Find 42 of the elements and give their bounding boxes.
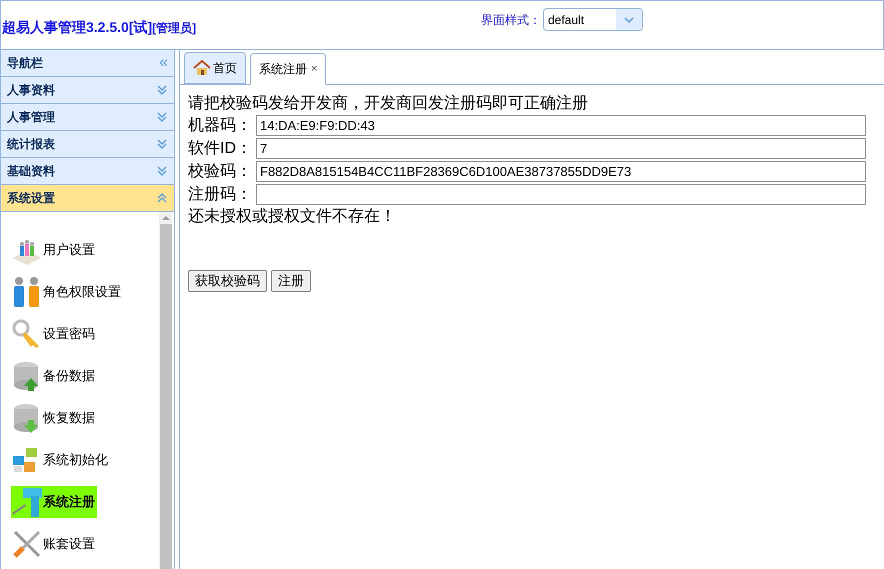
style-label: 界面样式： xyxy=(481,12,541,28)
nav-item[interactable]: 系统初始化 xyxy=(11,444,110,476)
collapse-icon[interactable] xyxy=(156,192,168,204)
tab[interactable]: 系统注册 × xyxy=(250,53,326,85)
input-field[interactable]: F882D8A815154B4CC11BF28369C6D100AE38737855DD9E73 xyxy=(256,161,866,182)
status-message: 还未授权或授权文件不存在！ xyxy=(188,206,397,227)
nav-item[interactable]: 设置密码 xyxy=(11,318,97,350)
action-button[interactable]: 获取校验码 xyxy=(188,270,267,292)
field-label: 校验码： xyxy=(188,162,253,182)
app-title: 超易人事管理3.2.5.0[试] xyxy=(2,18,152,37)
nav-item[interactable]: 恢复数据 xyxy=(11,402,97,434)
sidebar-title: 导航栏 xyxy=(7,55,43,72)
input-field[interactable]: 7 xyxy=(256,138,866,159)
user-role: [管理员] xyxy=(152,20,196,37)
nav-item[interactable]: 备份数据 xyxy=(11,360,97,392)
tab[interactable]: 首页 xyxy=(184,52,246,84)
expand-icon[interactable] xyxy=(156,138,168,150)
drill-icon xyxy=(11,486,43,518)
nav-item[interactable]: 角色权限设置 xyxy=(11,276,123,308)
field-label: 机器码： xyxy=(188,116,253,136)
input-field[interactable]: 14:DA:E9:F9:DD:43 xyxy=(256,115,866,136)
nav-item[interactable]: 用户设置 xyxy=(11,234,97,266)
input-field[interactable] xyxy=(256,184,866,205)
scrollbar[interactable] xyxy=(159,212,172,569)
tools-icon xyxy=(11,528,43,560)
accordion-header[interactable]: 统计报表 xyxy=(1,131,174,158)
field-label: 软件ID： xyxy=(188,138,253,158)
style-select[interactable]: default xyxy=(543,8,643,31)
home-icon xyxy=(193,60,211,76)
field-label: 注册码： xyxy=(188,184,253,204)
expand-icon[interactable] xyxy=(156,111,168,123)
accordion-header[interactable]: 人事资料 xyxy=(1,77,174,104)
accordion-header[interactable]: 基础资料 xyxy=(1,158,174,185)
expand-icon[interactable] xyxy=(156,165,168,177)
action-button[interactable]: 注册 xyxy=(271,270,311,292)
nav-item[interactable]: 系统注册 xyxy=(11,486,97,518)
accordion-header[interactable]: 人事管理 xyxy=(1,104,174,131)
nav-item[interactable]: 账套设置 xyxy=(11,528,97,560)
accordion-header[interactable]: 系统设置 xyxy=(1,185,174,212)
expand-icon[interactable] xyxy=(156,84,168,96)
instruction-text: 请把校验码发给开发商，开发商回发注册码即可正确注册 xyxy=(188,94,589,114)
close-button[interactable]: × xyxy=(311,60,318,78)
